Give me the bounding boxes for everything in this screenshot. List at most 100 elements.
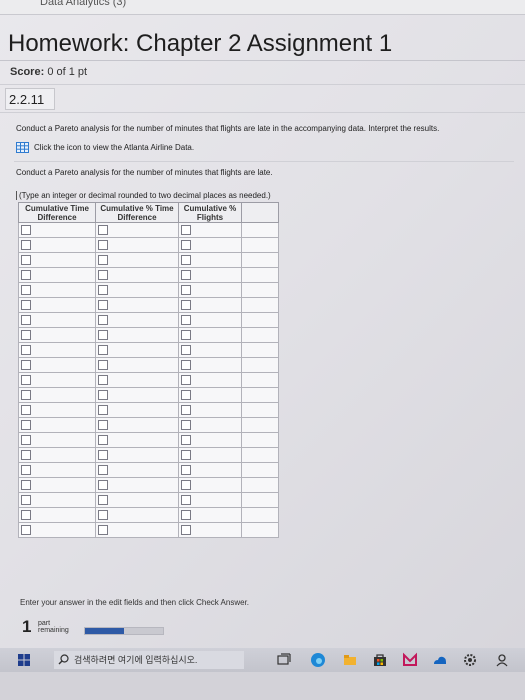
answer-input-field[interactable] [98,375,108,385]
search-placeholder[interactable]: 검색하려면 여기에 입력하십시오. [74,651,197,669]
answer-input-field[interactable] [98,480,108,490]
answer-input-field[interactable] [21,525,31,535]
header-line-2: Flights [196,212,224,222]
monitor-bezel [0,672,525,700]
answer-input-field[interactable] [181,390,191,400]
answer-input-field[interactable] [181,525,191,535]
answer-input-field[interactable] [21,435,31,445]
table-cell [95,252,179,268]
table-row [18,432,279,448]
answer-input-field[interactable] [181,255,191,265]
answer-input-field[interactable] [21,465,31,475]
answer-input-field[interactable] [98,450,108,460]
answer-input-field[interactable] [21,330,31,340]
answer-input-field[interactable] [181,285,191,295]
answer-input-field[interactable] [21,255,31,265]
score-value: 0 of 1 pt [47,66,88,78]
table-row [18,522,279,538]
mail-icon[interactable] [402,652,418,668]
answer-input-field[interactable] [181,480,191,490]
answer-input-field[interactable] [181,495,191,505]
taskbar-search-box[interactable]: 검색하려면 여기에 입력하십시오. [54,651,244,669]
answer-input-field[interactable] [181,330,191,340]
user-icon[interactable] [494,652,510,668]
answer-input-field[interactable] [181,375,191,385]
table-cell [178,282,242,298]
table-row [18,342,279,358]
answer-input-field[interactable] [21,240,31,250]
answer-input-field[interactable] [21,450,31,460]
browser-tab-fragment[interactable]: Data Analytics (3) [40,0,126,8]
answer-input-field[interactable] [181,315,191,325]
answer-input-field[interactable] [98,330,108,340]
table-row [18,477,279,493]
store-icon[interactable] [372,652,388,668]
settings-icon[interactable] [462,652,478,668]
answer-input-field[interactable] [21,285,31,295]
answer-input-field[interactable] [98,510,108,520]
header-line-1: Cumulative % Time [100,203,174,213]
answer-input-field[interactable] [181,420,191,430]
windows-icon[interactable] [18,654,30,666]
answer-input-field[interactable] [21,480,31,490]
answer-input-field[interactable] [98,390,108,400]
answer-input-field[interactable] [21,315,31,325]
answer-input-field[interactable] [181,225,191,235]
table-cell [18,327,96,343]
edge-icon[interactable] [310,652,326,668]
answer-input-field[interactable] [98,405,108,415]
answer-input-field[interactable] [181,240,191,250]
answer-input-field[interactable] [21,270,31,280]
table-cell [178,222,242,238]
header-line-1: Cumulative % [183,203,237,213]
answer-input-field[interactable] [21,225,31,235]
answer-input-field[interactable] [181,300,191,310]
table-cell [18,462,96,478]
answer-input-field[interactable] [181,450,191,460]
table-row [18,312,279,328]
answer-input-field[interactable] [21,300,31,310]
answer-input-field[interactable] [98,435,108,445]
answer-input-field[interactable] [181,345,191,355]
answer-input-field[interactable] [21,390,31,400]
answer-input-field[interactable] [21,510,31,520]
table-cell [18,342,96,358]
answer-input-field[interactable] [181,510,191,520]
data-link-label[interactable]: Click the icon to view the Atlanta Airli… [34,143,194,152]
table-cell [95,507,179,523]
answer-input-field[interactable] [181,465,191,475]
answer-input-field[interactable] [98,270,108,280]
header-blank [241,202,279,223]
table-cell [241,342,279,358]
answer-input-field[interactable] [98,225,108,235]
file-explorer-icon[interactable] [342,652,358,668]
task-view-icon[interactable] [276,652,292,668]
answer-input-field[interactable] [21,405,31,415]
answer-input-field[interactable] [181,405,191,415]
progress-fill [85,628,124,634]
answer-input-field[interactable] [98,465,108,475]
answer-input-field[interactable] [21,375,31,385]
answer-input-field[interactable] [98,525,108,535]
table-cell [178,387,242,403]
answer-input-field[interactable] [21,495,31,505]
answer-input-field[interactable] [98,360,108,370]
answer-input-field[interactable] [98,420,108,430]
table-cell [95,282,179,298]
data-table-icon[interactable] [16,142,29,153]
answer-input-field[interactable] [21,420,31,430]
answer-input-field[interactable] [98,255,108,265]
answer-input-field[interactable] [98,285,108,295]
answer-input-field[interactable] [181,270,191,280]
answer-input-field[interactable] [98,300,108,310]
answer-input-field[interactable] [181,435,191,445]
data-link[interactable]: Click the icon to view the Atlanta Airli… [16,142,194,156]
answer-input-field[interactable] [21,345,31,355]
answer-input-field[interactable] [98,345,108,355]
answer-input-field[interactable] [21,360,31,370]
answer-input-field[interactable] [98,315,108,325]
answer-input-field[interactable] [98,240,108,250]
answer-input-field[interactable] [181,360,191,370]
onedrive-icon[interactable] [432,652,448,668]
answer-input-field[interactable] [98,495,108,505]
